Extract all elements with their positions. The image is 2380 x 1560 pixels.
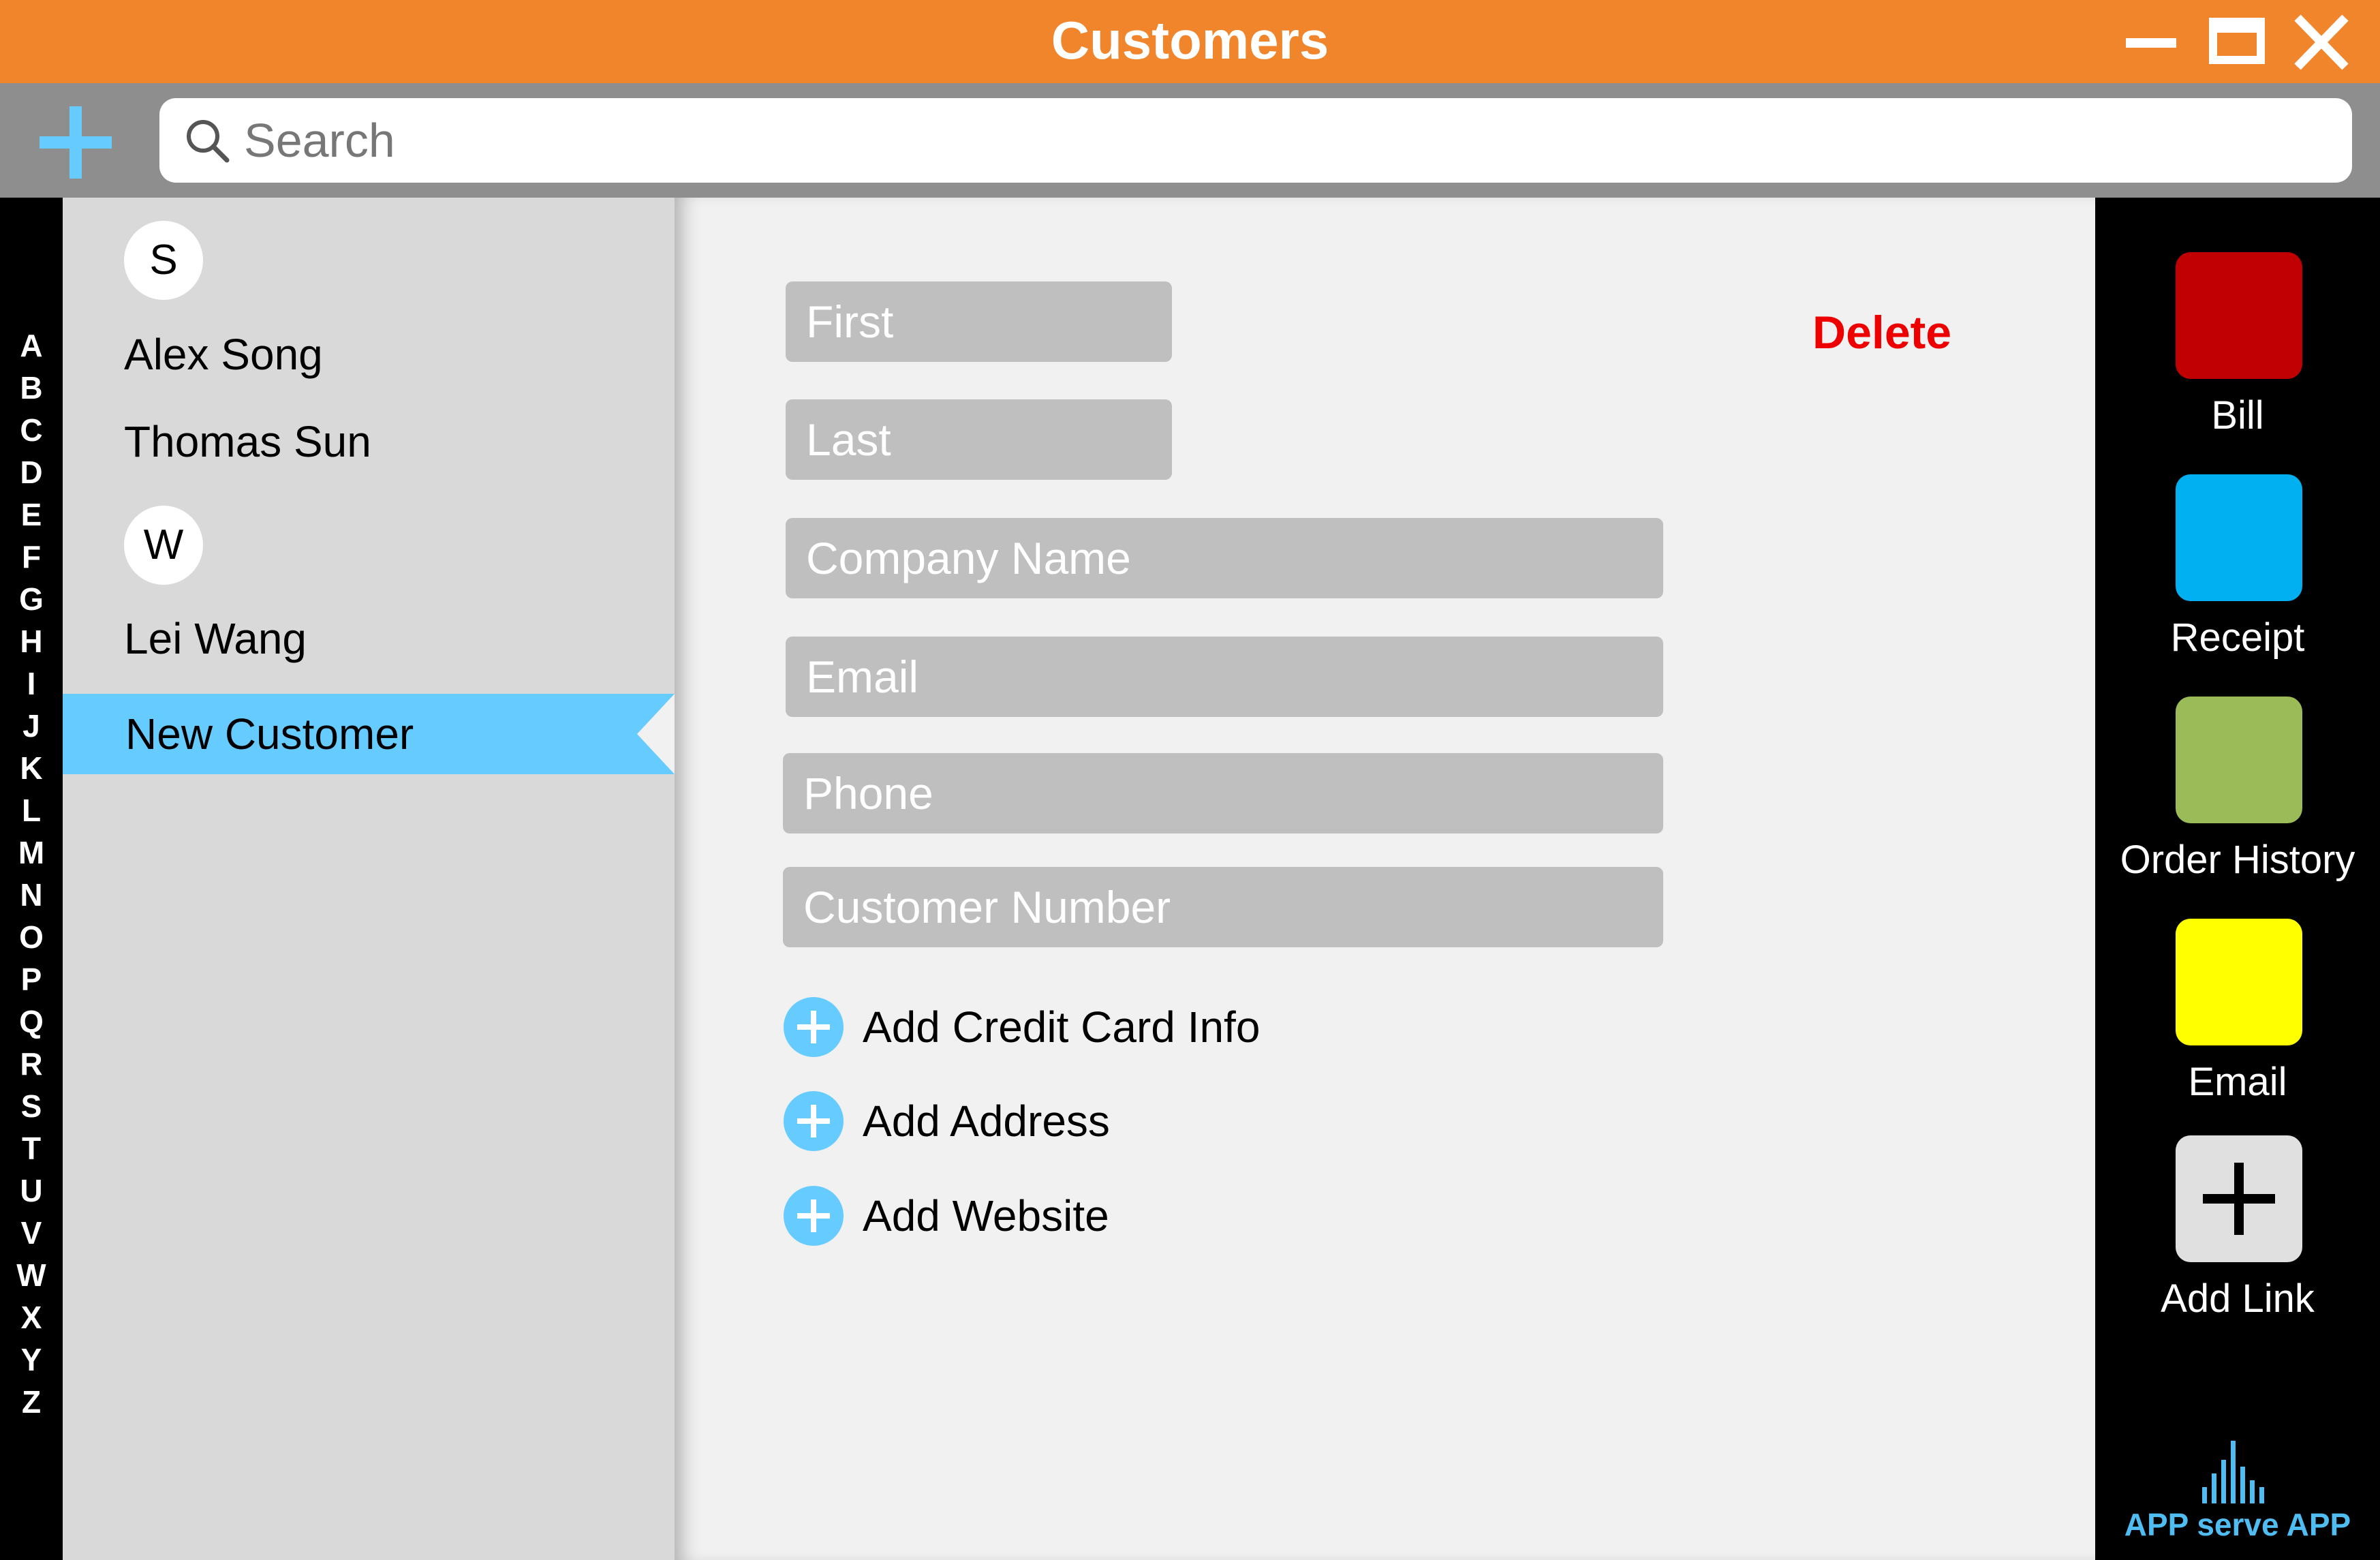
- plus-circle-icon: [784, 1091, 844, 1151]
- delete-button[interactable]: Delete: [1812, 299, 1951, 367]
- selected-item-label: New Customer: [125, 709, 414, 759]
- search-icon: [184, 117, 230, 164]
- close-icon: [2294, 14, 2349, 70]
- alpha-letter[interactable]: A: [0, 324, 63, 367]
- alpha-letter[interactable]: Z: [0, 1381, 63, 1423]
- alpha-letter[interactable]: P: [0, 958, 63, 1000]
- section-header-s: S: [124, 221, 203, 300]
- search-input[interactable]: [244, 98, 2315, 183]
- plus-icon: [40, 106, 112, 179]
- list-item[interactable]: Thomas Sun: [124, 414, 371, 469]
- section-header-w: W: [124, 506, 203, 585]
- alpha-letter[interactable]: S: [0, 1085, 63, 1127]
- maximize-icon: [2209, 18, 2265, 64]
- email-label: Email: [2188, 1060, 2287, 1104]
- email-input[interactable]: [786, 637, 1663, 717]
- alpha-letter[interactable]: I: [0, 662, 63, 705]
- customer-number-field: [783, 867, 1663, 947]
- alpha-letter[interactable]: J: [0, 705, 63, 747]
- plus-circle-icon: [784, 997, 844, 1057]
- company-name-field: [786, 518, 1663, 598]
- customer-list: [63, 198, 675, 1560]
- plus-circle-icon: [784, 1186, 844, 1246]
- alpha-letter[interactable]: L: [0, 789, 63, 831]
- alpha-letter[interactable]: K: [0, 747, 63, 789]
- alpha-letter[interactable]: N: [0, 874, 63, 916]
- order-history-button[interactable]: [2176, 697, 2302, 823]
- alpha-letter[interactable]: H: [0, 620, 63, 662]
- email-button[interactable]: [2176, 919, 2302, 1045]
- last-name-input[interactable]: [786, 399, 1172, 480]
- add-credit-card-button[interactable]: Add Credit Card Info: [784, 997, 1329, 1058]
- add-address-label: Add Address: [863, 1097, 1110, 1146]
- alpha-letter[interactable]: F: [0, 536, 63, 578]
- alpha-letter[interactable]: C: [0, 409, 63, 451]
- customer-number-input[interactable]: [783, 867, 1663, 947]
- alpha-letter[interactable]: U: [0, 1169, 63, 1212]
- add-credit-card-label: Add Credit Card Info: [863, 1003, 1261, 1052]
- bill-button[interactable]: [2176, 252, 2302, 379]
- last-name-field: [786, 399, 1172, 480]
- bill-label: Bill: [2211, 393, 2264, 438]
- alpha-letter[interactable]: W: [0, 1254, 63, 1296]
- minimize-icon: [2126, 38, 2176, 48]
- add-website-button[interactable]: Add Website: [784, 1186, 1329, 1247]
- alpha-letter[interactable]: M: [0, 831, 63, 874]
- alpha-letter[interactable]: E: [0, 493, 63, 536]
- company-name-input[interactable]: [786, 518, 1663, 598]
- phone-input[interactable]: [783, 753, 1663, 833]
- bar-chart-icon: [2201, 1439, 2272, 1505]
- alpha-letter[interactable]: O: [0, 916, 63, 958]
- add-link-button[interactable]: [2176, 1135, 2302, 1262]
- first-name-field: [786, 281, 1172, 362]
- alpha-letter[interactable]: D: [0, 451, 63, 493]
- maximize-button[interactable]: [2208, 14, 2269, 71]
- receipt-label: Receipt: [2170, 615, 2305, 660]
- alpha-letter[interactable]: G: [0, 578, 63, 620]
- plus-icon: [2203, 1163, 2275, 1235]
- list-item[interactable]: Alex Song: [124, 327, 323, 382]
- order-history-label: Order History: [2120, 838, 2355, 882]
- close-button[interactable]: [2291, 14, 2352, 71]
- alpha-letter[interactable]: Y: [0, 1339, 63, 1381]
- add-link-label: Add Link: [2161, 1276, 2315, 1321]
- search-box: [159, 98, 2352, 183]
- window-title: Customers: [1051, 10, 1329, 70]
- minimize-button[interactable]: [2122, 14, 2183, 71]
- alpha-letter[interactable]: T: [0, 1127, 63, 1169]
- first-name-input[interactable]: [786, 281, 1172, 362]
- add-website-label: Add Website: [863, 1191, 1109, 1240]
- brand-label: APP serve APP: [2124, 1507, 2351, 1542]
- receipt-button[interactable]: [2176, 474, 2302, 601]
- phone-field: [783, 753, 1663, 833]
- selection-pointer: [637, 694, 675, 774]
- alpha-letter[interactable]: Q: [0, 1000, 63, 1043]
- list-item[interactable]: Lei Wang: [124, 611, 307, 666]
- alpha-letter[interactable]: R: [0, 1043, 63, 1085]
- alpha-letter[interactable]: B: [0, 367, 63, 409]
- alphabet-index: A B C D E F G H I J K L M N O P Q R S T …: [0, 198, 63, 1560]
- alpha-letter[interactable]: X: [0, 1296, 63, 1339]
- add-customer-button[interactable]: [35, 102, 116, 183]
- email-field: [786, 637, 1663, 717]
- alpha-letter[interactable]: V: [0, 1212, 63, 1254]
- add-address-button[interactable]: Add Address: [784, 1091, 1329, 1152]
